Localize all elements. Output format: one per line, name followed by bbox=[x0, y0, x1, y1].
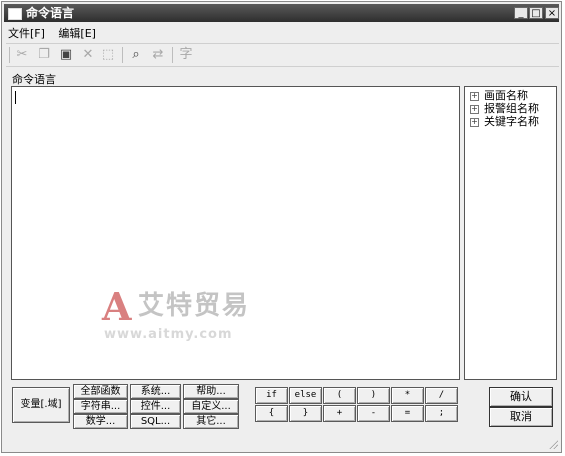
delete-icon[interactable]: ✕ bbox=[80, 47, 96, 63]
window-title: 命令语言 bbox=[26, 6, 75, 20]
help-button[interactable]: 帮助... bbox=[183, 384, 239, 399]
op-plus-button[interactable]: + bbox=[323, 405, 356, 422]
variable-button[interactable]: 变量[.域] bbox=[12, 387, 70, 423]
resize-grip-icon[interactable] bbox=[548, 439, 558, 449]
op-minus-button[interactable]: - bbox=[357, 405, 390, 422]
text-caret bbox=[15, 91, 16, 104]
math-button[interactable]: 数学... bbox=[73, 414, 128, 429]
command-language-window: 命令语言 _ □ × 文件[F] 编辑[E] ✂ ❐ ▣ ✕ ⬚ ⌕ ⇄ 字 命… bbox=[1, 1, 562, 453]
paste-icon[interactable]: ▣ bbox=[58, 47, 74, 63]
command-editor[interactable] bbox=[11, 86, 460, 380]
cancel-button[interactable]: 取消 bbox=[489, 407, 553, 427]
close-button[interactable]: × bbox=[545, 7, 559, 19]
string-button[interactable]: 字符串... bbox=[73, 399, 128, 414]
copy-icon[interactable]: ❐ bbox=[36, 47, 52, 63]
sql-button[interactable]: SQL... bbox=[130, 414, 181, 429]
op-open-brace-button[interactable]: { bbox=[255, 405, 288, 422]
op-divide-button[interactable]: / bbox=[425, 387, 458, 404]
other-button[interactable]: 其它... bbox=[183, 414, 239, 429]
tree-item-label: 报警组名称 bbox=[484, 102, 539, 115]
menu-bar: 文件[F] 编辑[E] bbox=[8, 25, 106, 41]
replace-icon[interactable]: ⇄ bbox=[150, 47, 166, 63]
menu-edit[interactable]: 编辑[E] bbox=[58, 25, 96, 41]
op-open-paren-button[interactable]: ( bbox=[323, 387, 356, 404]
select-all-icon[interactable]: ⬚ bbox=[100, 47, 116, 63]
tree-item-label: 画面名称 bbox=[484, 89, 528, 102]
menu-file[interactable]: 文件[F] bbox=[8, 25, 45, 41]
op-semicolon-button[interactable]: ; bbox=[425, 405, 458, 422]
control-button[interactable]: 控件... bbox=[130, 399, 181, 414]
op-close-brace-button[interactable]: } bbox=[289, 405, 322, 422]
toolbar: ✂ ❐ ▣ ✕ ⬚ ⌕ ⇄ 字 bbox=[6, 43, 559, 67]
custom-button[interactable]: 自定义... bbox=[183, 399, 239, 414]
title-bar: 命令语言 _ □ × bbox=[4, 4, 559, 22]
tree-item-alarm-group-names[interactable]: + 报警组名称 bbox=[465, 102, 556, 115]
op-if-button[interactable]: if bbox=[255, 387, 288, 404]
toolbar-separator bbox=[122, 47, 123, 63]
op-else-button[interactable]: else bbox=[289, 387, 322, 404]
op-close-paren-button[interactable]: ) bbox=[357, 387, 390, 404]
op-multiply-button[interactable]: * bbox=[391, 387, 424, 404]
op-equals-button[interactable]: = bbox=[391, 405, 424, 422]
window-icon[interactable] bbox=[8, 8, 22, 20]
toolbar-separator bbox=[9, 47, 10, 63]
expand-icon[interactable]: + bbox=[470, 118, 479, 127]
expand-icon[interactable]: + bbox=[470, 92, 479, 101]
maximize-button[interactable]: □ bbox=[529, 7, 543, 19]
font-icon[interactable]: 字 bbox=[178, 47, 194, 63]
cut-icon[interactable]: ✂ bbox=[14, 47, 30, 63]
name-tree[interactable]: + 画面名称 + 报警组名称 + 关键字名称 bbox=[464, 86, 557, 380]
find-icon[interactable]: ⌕ bbox=[128, 47, 144, 63]
tree-item-label: 关键字名称 bbox=[484, 115, 539, 128]
toolbar-separator bbox=[172, 47, 173, 63]
tree-item-keyword-names[interactable]: + 关键字名称 bbox=[465, 115, 556, 128]
tree-item-screen-names[interactable]: + 画面名称 bbox=[465, 89, 556, 102]
all-functions-button[interactable]: 全部函数 bbox=[73, 384, 128, 399]
minimize-button[interactable]: _ bbox=[514, 7, 528, 19]
editor-label: 命令语言 bbox=[12, 73, 56, 86]
ok-button[interactable]: 确认 bbox=[489, 387, 553, 407]
expand-icon[interactable]: + bbox=[470, 105, 479, 114]
system-button[interactable]: 系统... bbox=[130, 384, 181, 399]
